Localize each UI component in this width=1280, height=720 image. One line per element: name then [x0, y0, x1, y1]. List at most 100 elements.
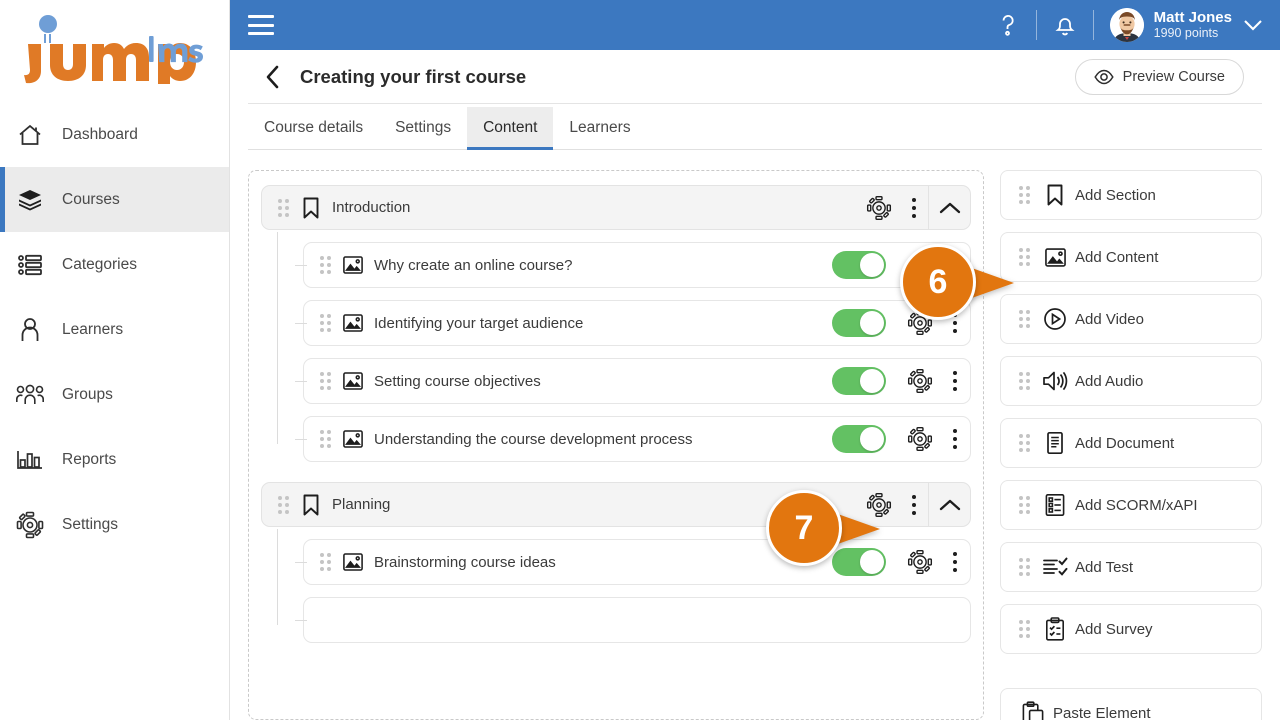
sidebar-item-dashboard[interactable]: Dashboard: [0, 102, 229, 167]
tab-content[interactable]: Content: [467, 107, 554, 150]
list-item: Setting course objectives: [279, 352, 971, 410]
gear-icon: [16, 511, 44, 539]
tab-course-details[interactable]: Course details: [248, 107, 379, 149]
content-item-title: Brainstorming course ideas: [374, 553, 556, 571]
drag-handle-icon[interactable]: [272, 495, 294, 514]
drag-handle-icon[interactable]: [314, 372, 336, 390]
content-visibility-toggle[interactable]: [832, 425, 886, 453]
chevron-up-icon: [939, 499, 960, 510]
content-settings-gear-icon[interactable]: [900, 368, 940, 394]
add-video-button[interactable]: Add Video: [1000, 294, 1262, 344]
content-more-options-icon[interactable]: [940, 428, 970, 450]
content-visibility-toggle[interactable]: [832, 251, 886, 279]
section-header[interactable]: Introduction: [261, 185, 971, 230]
paste-icon: [1013, 700, 1053, 720]
element-palette: Add Section Add Content Add Video Add Au…: [1000, 170, 1262, 720]
content-item[interactable]: [303, 597, 971, 643]
sidebar-item-reports[interactable]: Reports: [0, 427, 229, 492]
drag-handle-icon[interactable]: [314, 256, 336, 274]
back-button[interactable]: [260, 64, 286, 90]
drag-handle-icon[interactable]: [314, 553, 336, 571]
content-settings-gear-icon[interactable]: [900, 549, 940, 575]
sidebar-item-label: Groups: [62, 385, 113, 403]
content-more-options-icon[interactable]: [940, 370, 970, 392]
paste-element-button[interactable]: Paste Element: [1000, 688, 1262, 720]
drag-handle-icon[interactable]: [1013, 248, 1035, 266]
section-title: Introduction: [332, 199, 411, 216]
callout-badge-7: 7: [766, 490, 880, 576]
user-icon: [16, 316, 44, 344]
home-icon: [16, 121, 44, 149]
content-item[interactable]: Setting course objectives: [303, 358, 971, 404]
tool-label: Paste Element: [1053, 704, 1151, 720]
user-menu[interactable]: Matt Jones 1990 points: [1100, 8, 1236, 42]
add-content-button[interactable]: Add Content: [1000, 232, 1262, 282]
content-item[interactable]: Understanding the course development pro…: [303, 416, 971, 462]
add-scorm-xapi-button[interactable]: Add SCORM/xAPI: [1000, 480, 1262, 530]
play-circle-icon: [1035, 307, 1075, 331]
add-test-button[interactable]: Add Test: [1000, 542, 1262, 592]
user-menu-toggle[interactable]: [1236, 0, 1270, 50]
tool-label: Add Test: [1075, 558, 1134, 576]
brand-logo[interactable]: [0, 0, 229, 96]
left-sidebar: Dashboard Courses Categories Learners Gr…: [0, 0, 230, 720]
add-document-button[interactable]: Add Document: [1000, 418, 1262, 468]
drag-handle-icon[interactable]: [314, 314, 336, 332]
books-icon: [16, 186, 44, 214]
add-section-button[interactable]: Add Section: [1000, 170, 1262, 220]
drag-handle-icon[interactable]: [1013, 434, 1035, 452]
drag-handle-icon[interactable]: [314, 430, 336, 448]
main-pane: Matt Jones 1990 points Creating your fir…: [230, 0, 1280, 720]
drag-handle-icon[interactable]: [272, 198, 294, 217]
tab-label: Learners: [569, 119, 631, 136]
section-collapse-toggle[interactable]: [928, 186, 970, 229]
content-item[interactable]: Why create an online course?: [303, 242, 971, 288]
chevron-left-icon: [266, 65, 279, 88]
section-more-options-icon[interactable]: [900, 197, 928, 219]
tab-settings[interactable]: Settings: [379, 107, 467, 149]
content-item[interactable]: Identifying your target audience: [303, 300, 971, 346]
drag-handle-icon[interactable]: [1013, 372, 1035, 390]
section-collapse-toggle[interactable]: [928, 483, 970, 526]
preview-course-button[interactable]: Preview Course: [1074, 58, 1244, 95]
tab-learners[interactable]: Learners: [553, 107, 646, 149]
content-settings-gear-icon[interactable]: [900, 426, 940, 452]
drag-handle-icon[interactable]: [1013, 496, 1035, 514]
tool-label: Add Survey: [1075, 620, 1153, 638]
avatar: [1109, 8, 1144, 42]
user-points: 1990 points: [1153, 26, 1219, 41]
content-item-title: Why create an online course?: [374, 256, 573, 274]
speaker-icon: [1035, 370, 1075, 392]
help-button[interactable]: [986, 0, 1030, 50]
drag-handle-icon[interactable]: [1013, 186, 1035, 204]
sidebar-item-settings[interactable]: Settings: [0, 492, 229, 557]
add-audio-button[interactable]: Add Audio: [1000, 356, 1262, 406]
sidebar-item-categories[interactable]: Categories: [0, 232, 229, 297]
sidebar-item-learners[interactable]: Learners: [0, 297, 229, 362]
sidebar-item-label: Reports: [62, 450, 117, 468]
sidebar-item-label: Learners: [62, 320, 124, 338]
hamburger-icon[interactable]: [248, 15, 274, 35]
drag-handle-icon[interactable]: [1013, 558, 1035, 576]
drag-handle-icon[interactable]: [1013, 620, 1035, 638]
course-outline: Introduction Why create an online course…: [248, 170, 984, 720]
section-more-options-icon[interactable]: [900, 494, 928, 516]
image-icon: [1035, 247, 1075, 268]
sidebar-item-courses[interactable]: Courses: [0, 167, 229, 232]
page-title: Creating your first course: [300, 65, 527, 87]
list-item: Why create an online course?: [279, 236, 971, 294]
tab-label: Settings: [395, 119, 452, 136]
tool-label: Add Audio: [1075, 372, 1144, 390]
content-more-options-icon[interactable]: [940, 551, 970, 573]
notifications-button[interactable]: [1043, 0, 1087, 50]
sidebar-item-label: Dashboard: [62, 125, 138, 143]
drag-handle-icon[interactable]: [1013, 310, 1035, 328]
content-visibility-toggle[interactable]: [832, 367, 886, 395]
section-settings-gear-icon[interactable]: [858, 195, 900, 221]
list-item: [279, 591, 971, 649]
add-survey-button[interactable]: Add Survey: [1000, 604, 1262, 654]
tab-bar: Course details Settings Content Learners: [248, 104, 1262, 150]
content-visibility-toggle[interactable]: [832, 309, 886, 337]
bookmark-icon: [294, 493, 328, 517]
sidebar-item-groups[interactable]: Groups: [0, 362, 229, 427]
